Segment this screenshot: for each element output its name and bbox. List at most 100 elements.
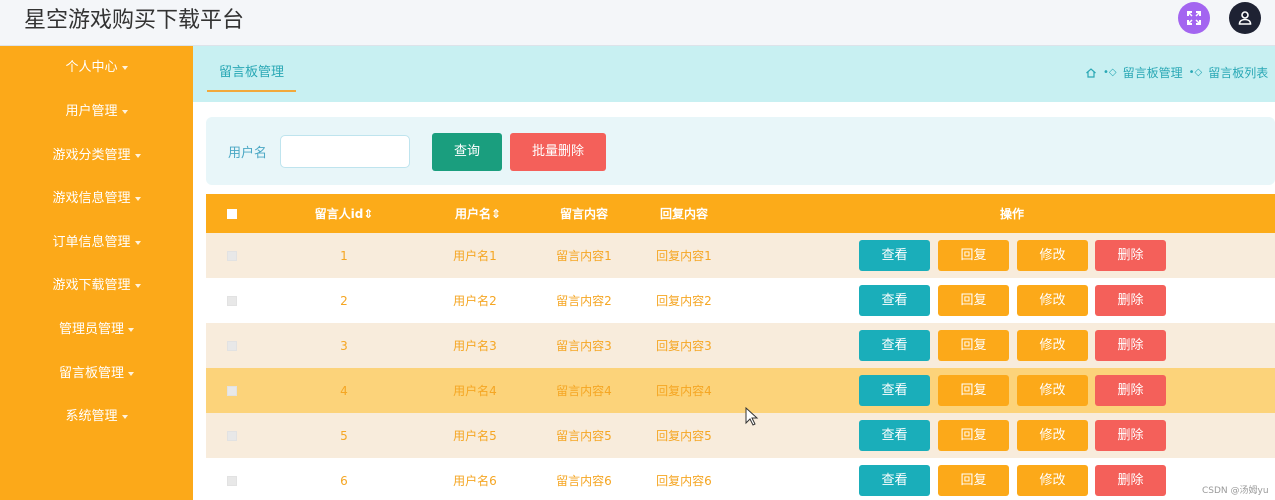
username-cell: 用户名6 — [453, 474, 497, 488]
view-button[interactable]: 查看 — [859, 420, 930, 451]
view-button[interactable]: 查看 — [859, 465, 930, 496]
breadcrumb-item: 留言板列表 — [1208, 66, 1269, 80]
row-checkbox[interactable] — [227, 250, 237, 261]
sidebar-item-game-category[interactable]: 游戏分类管理 — [0, 144, 193, 168]
message-cell: 留言内容5 — [556, 429, 612, 443]
edit-button[interactable]: 修改 — [1017, 420, 1088, 451]
caret-down-icon — [121, 414, 128, 419]
username-label: 用户名 — [228, 146, 268, 161]
sidebar-item-system[interactable]: 系统管理 — [0, 405, 193, 429]
message-cell: 留言内容6 — [556, 474, 612, 488]
reply-cell: 回复内容6 — [656, 474, 712, 488]
header-commenter-id[interactable]: 留言人id ⇕ — [294, 194, 394, 233]
sidebar-item-user-management[interactable]: 用户管理 — [0, 100, 193, 124]
user-button[interactable] — [1229, 2, 1261, 34]
row-checkbox[interactable] — [227, 385, 237, 396]
sort-icon: ⇕ — [490, 206, 502, 221]
search-panel: 用户名 查询 批量删除 — [206, 117, 1275, 185]
reply-cell: 回复内容1 — [656, 249, 712, 263]
breadcrumb-separator-icon: •◇ — [1188, 67, 1203, 78]
sidebar-item-label: 留言板管理 — [58, 366, 124, 381]
message-cell: 留言内容4 — [556, 384, 612, 398]
edit-button[interactable]: 修改 — [1017, 375, 1088, 406]
reply-button[interactable]: 回复 — [938, 330, 1009, 361]
sidebar-item-label: 订单信息管理 — [52, 235, 131, 250]
header-message-content: 留言内容 — [559, 207, 608, 221]
sidebar-item-admin[interactable]: 管理员管理 — [0, 318, 193, 342]
caret-down-icon — [128, 371, 134, 376]
row-checkbox[interactable] — [227, 295, 237, 306]
tab-message-board[interactable]: 留言板管理 — [207, 58, 297, 92]
sidebar-item-label: 系统管理 — [65, 409, 118, 424]
edit-button[interactable]: 修改 — [1017, 240, 1088, 271]
row-checkbox[interactable] — [227, 340, 237, 351]
reply-button[interactable]: 回复 — [938, 285, 1009, 316]
reply-button[interactable]: 回复 — [938, 375, 1009, 406]
edit-button[interactable]: 修改 — [1017, 330, 1088, 361]
view-button[interactable]: 查看 — [859, 240, 930, 271]
home-icon[interactable] — [1085, 67, 1097, 79]
username-cell: 用户名3 — [453, 339, 497, 353]
watermark: CSDN @汤姆yu — [1202, 486, 1269, 496]
view-button[interactable]: 查看 — [859, 285, 930, 316]
app-header: 星空游戏购买下载平台 — [0, 0, 1275, 46]
header-reply-content: 回复内容 — [659, 207, 708, 221]
header-actions: 操作 — [999, 207, 1024, 221]
delete-button[interactable]: 删除 — [1095, 240, 1166, 271]
reply-cell: 回复内容5 — [656, 429, 712, 443]
select-all-checkbox[interactable] — [227, 208, 237, 219]
table-row[interactable]: 5 用户名5 留言内容5 回复内容5 查看 回复 修改 删除 — [206, 413, 1275, 458]
breadcrumb: •◇ 留言板管理 •◇ 留言板列表 — [1085, 64, 1268, 81]
table-header-row: 留言人id ⇕ 用户名 ⇕ 留言内容 回复内容 操作 — [206, 194, 1275, 233]
commenter-id-cell: 5 — [340, 428, 348, 443]
sidebar-item-message-board[interactable]: 留言板管理 — [0, 362, 193, 386]
sidebar-item-label: 个人中心 — [65, 60, 118, 75]
view-button[interactable]: 查看 — [859, 375, 930, 406]
delete-button[interactable]: 删除 — [1095, 420, 1166, 451]
view-button[interactable]: 查看 — [859, 330, 930, 361]
header-label: 留言人id — [314, 207, 364, 221]
table-row[interactable]: 6 用户名6 留言内容6 回复内容6 查看 回复 修改 删除 — [206, 458, 1275, 500]
header-label: 用户名 — [454, 207, 491, 221]
table-row[interactable]: 3 用户名3 留言内容3 回复内容3 查看 回复 修改 删除 — [206, 323, 1275, 368]
breadcrumb-separator-icon: •◇ — [1103, 67, 1117, 78]
reply-button[interactable]: 回复 — [938, 465, 1009, 496]
reply-button[interactable]: 回复 — [938, 420, 1009, 451]
caret-down-icon — [121, 65, 128, 70]
sidebar-item-personal-center[interactable]: 个人中心 — [0, 56, 193, 80]
username-cell: 用户名2 — [453, 294, 497, 308]
reply-button[interactable]: 回复 — [938, 240, 1009, 271]
commenter-id-cell: 2 — [340, 293, 348, 308]
query-button[interactable]: 查询 — [432, 133, 502, 171]
table-row[interactable]: 4 用户名4 留言内容4 回复内容4 查看 回复 修改 删除 — [206, 368, 1275, 413]
username-search-input[interactable] — [280, 135, 410, 168]
commenter-id-cell: 4 — [340, 383, 348, 398]
sidebar-item-order-info[interactable]: 订单信息管理 — [0, 231, 193, 255]
reply-cell: 回复内容2 — [656, 294, 712, 308]
table-row[interactable]: 2 用户名2 留言内容2 回复内容2 查看 回复 修改 删除 — [206, 278, 1275, 323]
reply-cell: 回复内容4 — [656, 384, 712, 398]
delete-button[interactable]: 删除 — [1095, 285, 1166, 316]
sidebar-item-label: 游戏分类管理 — [52, 148, 131, 163]
app-title: 星空游戏购买下载平台 — [24, 8, 245, 33]
header-username[interactable]: 用户名 ⇕ — [428, 194, 528, 233]
breadcrumb-item[interactable]: 留言板管理 — [1123, 64, 1183, 81]
sidebar-item-label: 管理员管理 — [58, 322, 124, 337]
fullscreen-button[interactable] — [1178, 2, 1210, 34]
sidebar-item-game-download[interactable]: 游戏下载管理 — [0, 274, 193, 298]
delete-button[interactable]: 删除 — [1095, 330, 1166, 361]
caret-down-icon — [134, 196, 141, 201]
edit-button[interactable]: 修改 — [1017, 465, 1088, 496]
delete-button[interactable]: 删除 — [1095, 465, 1166, 496]
row-checkbox[interactable] — [227, 475, 237, 486]
message-cell: 留言内容2 — [556, 294, 612, 308]
batch-delete-button[interactable]: 批量删除 — [510, 133, 606, 171]
row-checkbox[interactable] — [227, 430, 237, 441]
sidebar: 个人中心 用户管理 游戏分类管理 游戏信息管理 订单信息管理 游戏下载管理 管理… — [0, 46, 193, 500]
edit-button[interactable]: 修改 — [1017, 285, 1088, 316]
fullscreen-icon — [1187, 11, 1201, 25]
commenter-id-cell: 1 — [340, 248, 348, 263]
sidebar-item-game-info[interactable]: 游戏信息管理 — [0, 187, 193, 211]
table-row[interactable]: 1 用户名1 留言内容1 回复内容1 查看 回复 修改 删除 — [206, 233, 1275, 278]
delete-button[interactable]: 删除 — [1095, 375, 1166, 406]
